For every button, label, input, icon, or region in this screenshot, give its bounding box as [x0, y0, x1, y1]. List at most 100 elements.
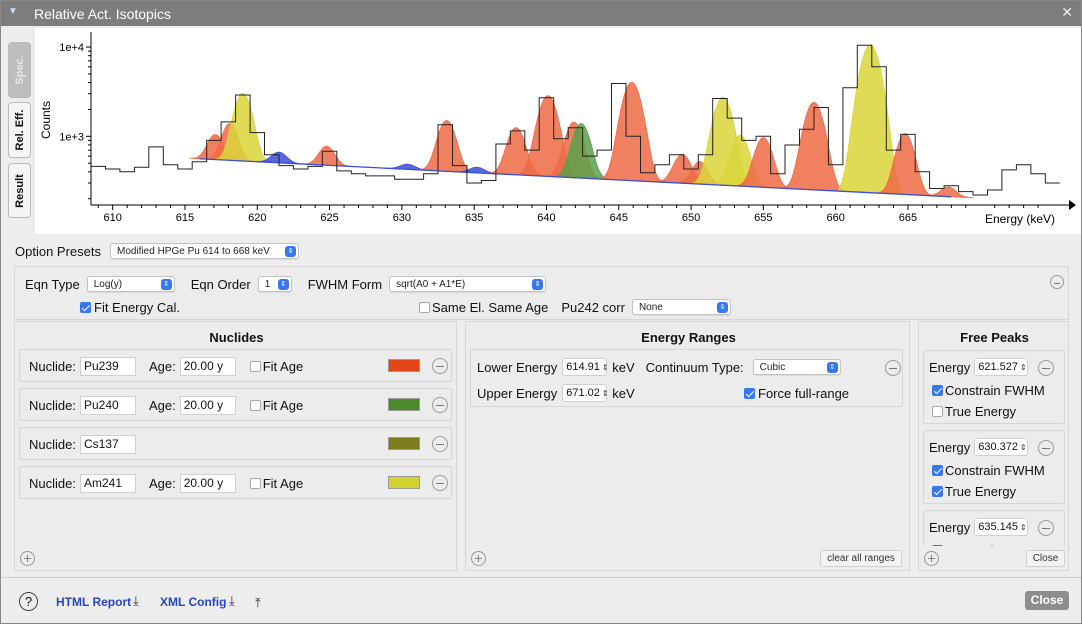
same-el-label: Same El. Same Age [432, 299, 549, 315]
continuum-type-value: Cubic [759, 361, 786, 373]
nuclide-label: Nuclide: [29, 476, 76, 491]
stepper-icon: ⇕ [1019, 362, 1027, 372]
x-tick-label: 660 [826, 212, 844, 224]
free-peak-energy-label: Energy [929, 519, 971, 535]
true-energy-checkbox[interactable] [932, 406, 943, 417]
free-peak-energy-value: 621.527 [978, 361, 1018, 373]
free-peak-energy-input[interactable]: 621.527 ⇕ [974, 358, 1029, 376]
stepper-icon: ⇕ [1019, 522, 1027, 532]
energy-ranges-title: Energy Ranges [641, 330, 736, 345]
nuclide-color-swatch[interactable] [388, 476, 420, 489]
download-icon[interactable]: ⤓ [229, 593, 235, 609]
eqn-order-value: 1 [264, 278, 271, 290]
nuclide-color-swatch[interactable] [388, 398, 420, 411]
remove-range-button[interactable] [885, 360, 901, 376]
y-axis-label: Counts [39, 101, 53, 139]
help-button[interactable]: ? [19, 592, 38, 611]
upload-icon[interactable]: ⤒ [255, 595, 261, 611]
x-tick-label: 620 [248, 212, 266, 224]
nuclide-card: Nuclide: Pu239 Age: 20.00 y Fit Age [19, 349, 452, 382]
fit-age-checkbox[interactable] [249, 361, 261, 372]
tab-rel-eff[interactable]: Rel. Eff. [8, 102, 31, 158]
stepper-icon: ⇕ [601, 388, 609, 398]
nuclide-input[interactable]: Pu240 [79, 396, 136, 415]
remove-nuclide-button[interactable] [432, 397, 448, 413]
lower-energy-row: Lower Energy 614.91 ⇕ keV Continuum Type:… [477, 358, 841, 376]
remove-free-peak-button[interactable] [1038, 360, 1054, 376]
remove-nuclide-button[interactable] [432, 475, 448, 491]
free-peak-list: Energy 621.527 ⇕ Constrain FWHM True Ener… [919, 322, 1068, 546]
age-input[interactable]: 20.00 y [179, 396, 236, 415]
true-energy-checkbox[interactable] [932, 486, 943, 497]
lower-energy-input[interactable]: 614.91 ⇕ [562, 358, 609, 376]
pu242-select[interactable]: None ⇕ [631, 299, 731, 315]
age-input[interactable]: 20.00 y [179, 474, 236, 493]
nuclide-color-swatch[interactable] [388, 359, 420, 372]
remove-free-peak-button[interactable] [1038, 520, 1054, 536]
true-energy-row: True Energy [932, 404, 1016, 419]
more-options-icon[interactable] [1050, 275, 1064, 289]
free-peak-energy-input[interactable]: 630.372 ⇕ [974, 438, 1029, 456]
fit-energy-checkbox[interactable] [80, 302, 91, 313]
nuclide-label: Nuclide: [29, 398, 76, 413]
true-energy-label: True Energy [945, 404, 1017, 419]
collapse-icon[interactable]: ▼ [8, 7, 19, 17]
tab-spectrum[interactable]: Spec. [8, 42, 31, 98]
fwhm-form-select[interactable]: sqrt(A0 + A1*E) ⇕ [389, 276, 547, 292]
chevron-updown-icon: ⇕ [277, 278, 289, 290]
constrain-fwhm-checkbox[interactable] [932, 385, 943, 396]
force-full-range-checkbox[interactable] [744, 388, 755, 399]
html-report-link[interactable]: HTML Report [56, 595, 131, 609]
x-tick-label: 665 [899, 212, 917, 224]
free-peaks-close-button[interactable]: Close [1026, 550, 1065, 567]
upper-energy-input[interactable]: 671.02 ⇕ [562, 384, 609, 402]
window-close-icon[interactable]: ✕ [1061, 4, 1073, 21]
clear-all-ranges-button[interactable]: clear all ranges [820, 550, 902, 567]
constrain-fwhm-label: Constrain FWHM [945, 463, 1045, 478]
download-icon[interactable]: ⤓ [133, 593, 139, 609]
close-button[interactable]: Close [1025, 591, 1069, 610]
nuclide-card: Nuclide: Pu240 Age: 20.00 y Fit Age [19, 388, 452, 421]
add-range-button[interactable] [471, 551, 486, 566]
remove-nuclide-button[interactable] [432, 436, 448, 452]
eqn-type-select[interactable]: Log(y) ⇕ [86, 276, 175, 292]
same-el-checkbox[interactable] [419, 301, 430, 313]
eqn-order-select[interactable]: 1 ⇕ [257, 276, 292, 292]
nuclide-input[interactable]: Pu239 [79, 357, 136, 376]
lower-energy-unit: keV [612, 359, 635, 375]
chevron-updown-icon: ⇕ [716, 301, 728, 313]
nuclide-card: Nuclide: Cs137 [19, 427, 452, 460]
nuclide-color-swatch[interactable] [388, 437, 420, 450]
nuclide-input[interactable]: Am241 [79, 474, 136, 493]
spectrum-chart-svg[interactable]: 610 615 620 625 630 635 640 645 650 655 660 665 1e+3… [35, 28, 1081, 234]
x-tick-label: 625 [320, 212, 338, 224]
title-bar[interactable]: ▼ Relative Act. Isotopics ✕ [1, 1, 1081, 26]
continuum-type-select[interactable]: Cubic ⇕ [752, 359, 841, 375]
fit-age-checkbox[interactable] [249, 478, 261, 489]
remove-nuclide-button[interactable] [432, 358, 448, 374]
true-energy-label: True Energy [945, 484, 1017, 499]
fit-age-checkbox[interactable] [249, 400, 261, 411]
age-input[interactable]: 20.00 y [179, 357, 236, 376]
y-tick-label: 1e+4 [59, 42, 84, 54]
fit-age-label: Fit Age [262, 476, 304, 491]
spectrum-chart[interactable]: 610 615 620 625 630 635 640 645 650 655 660 665 1e+3… [35, 28, 1081, 234]
add-free-peak-button[interactable] [924, 551, 939, 566]
remove-free-peak-button[interactable] [1038, 440, 1054, 456]
peak-fit-area [301, 145, 353, 167]
option-presets-select[interactable]: Modified HPGe Pu 614 to 668 keV ⇕ [110, 243, 299, 259]
nuclides-title: Nuclides [209, 330, 264, 345]
tab-result[interactable]: Result [8, 163, 31, 218]
xml-config-link[interactable]: XML Config [160, 595, 226, 609]
x-tick-label: 640 [537, 212, 555, 224]
add-nuclide-button[interactable] [20, 551, 35, 566]
constrain-fwhm-checkbox[interactable] [932, 465, 943, 476]
free-peak-energy-input[interactable]: 635.145 ⇕ [974, 518, 1029, 536]
eqn-type-value: Log(y) [93, 278, 123, 290]
y-tick-label: 1e+3 [59, 131, 84, 143]
energy-ranges-panel: Energy Ranges Lower Energy 614.91 ⇕ keV C… [465, 321, 910, 571]
eqn-order-label: Eqn Order [190, 276, 251, 292]
nuclide-input[interactable]: Cs137 [79, 435, 136, 454]
free-peak-energy-value: 635.145 [978, 521, 1018, 533]
peak-fit-area [601, 81, 663, 183]
